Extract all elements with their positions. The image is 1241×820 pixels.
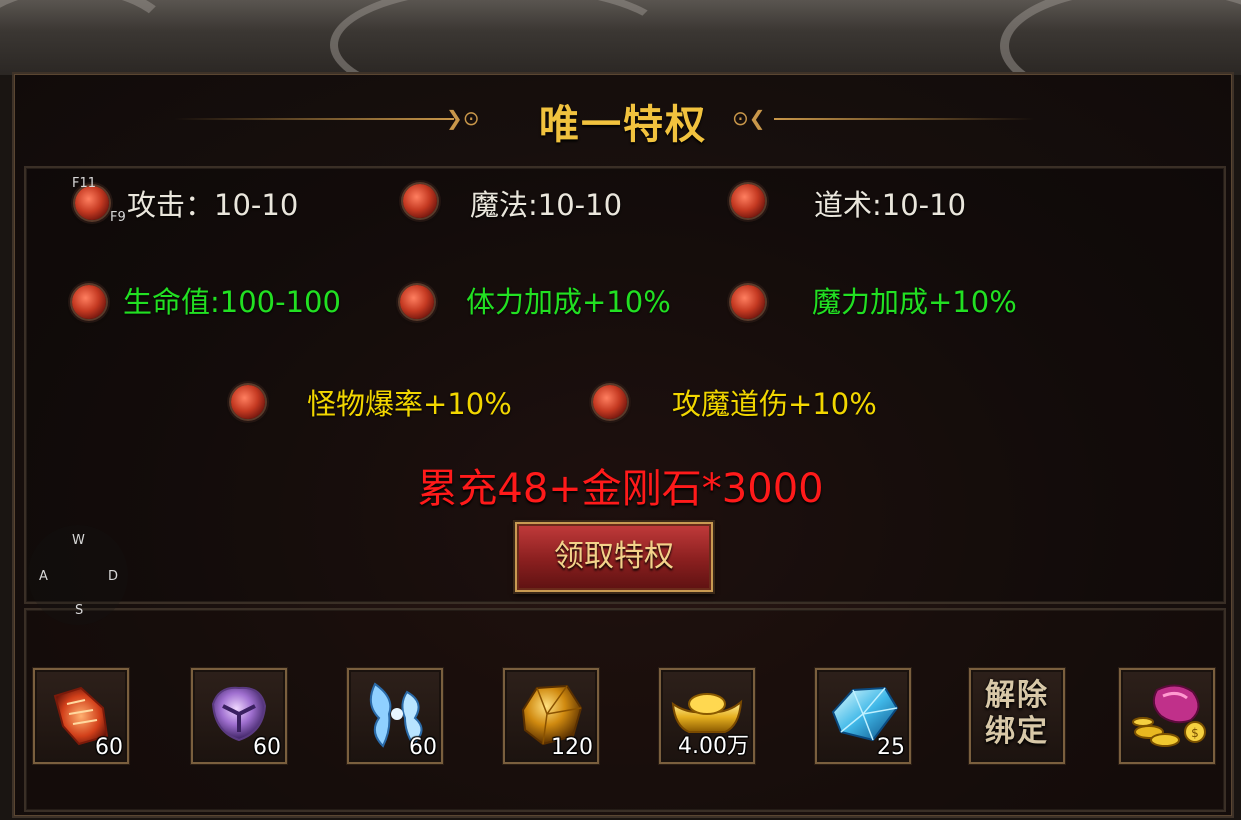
unbind-icon: 解除绑定 — [985, 678, 1049, 749]
dpad-w-key[interactable]: W — [72, 533, 85, 548]
top-dragon-border — [0, 0, 1241, 110]
reward-slot[interactable]: 4.00万 — [659, 668, 755, 764]
svg-text:$: $ — [1191, 726, 1199, 740]
title-bar: ❯⊙ 唯一特权 ⊙❮ — [14, 74, 1232, 162]
recharge-requirement: 累充48+金刚石*3000 — [417, 466, 824, 512]
stat-bullet-icon — [75, 186, 109, 220]
stat-mana-bonus: 魔力加成+10% — [812, 285, 1017, 319]
reward-slot[interactable]: 25 — [815, 668, 911, 764]
stat-bullet-icon — [731, 285, 765, 319]
hotkey-f9-label: F9 — [110, 210, 126, 225]
dpad-d-key[interactable]: D — [108, 569, 118, 584]
stat-bullet-icon — [72, 285, 106, 319]
stat-stamina-bonus: 体力加成+10% — [466, 285, 671, 319]
stat-bullet-icon — [593, 385, 627, 419]
money-bag-icon: $ — [1132, 684, 1206, 747]
stat-drop-rate: 怪物爆率+10% — [307, 387, 512, 421]
reward-count: 60 — [409, 735, 437, 760]
reward-count: 4.00万 — [678, 734, 749, 759]
reward-slot[interactable]: 解除绑定 — [969, 668, 1065, 764]
hotkey-f11-label: F11 — [72, 176, 97, 191]
reward-slot[interactable]: 120 — [503, 668, 599, 764]
title-ornament-right-icon: ⊙❮ — [732, 106, 766, 130]
stat-bullet-icon — [403, 184, 437, 218]
stat-bullet-icon — [231, 385, 265, 419]
dpad-s-key[interactable]: S — [75, 603, 83, 618]
claim-privilege-button[interactable]: 领取特权 — [515, 522, 713, 592]
reward-slot[interactable]: 60 — [191, 668, 287, 764]
reward-count: 25 — [877, 735, 905, 760]
stat-bullet-icon — [400, 285, 434, 319]
stat-taoism: 道术:10-10 — [814, 188, 967, 222]
dpad-a-key[interactable]: A — [39, 569, 48, 584]
stat-attack: 攻击：10-10 — [127, 188, 299, 222]
stat-damage-bonus: 攻魔道伤+10% — [672, 387, 877, 421]
reward-count: 60 — [253, 735, 281, 760]
reward-count: 60 — [95, 735, 123, 760]
reward-slot[interactable]: 60 — [347, 668, 443, 764]
reward-slot[interactable]: 60 — [33, 668, 129, 764]
reward-count: 120 — [551, 735, 593, 760]
stat-magic: 魔法:10-10 — [470, 188, 623, 222]
title-line-right — [774, 118, 1034, 120]
panel-title: 唯一特权 — [539, 102, 707, 148]
stat-bullet-icon — [731, 184, 765, 218]
reward-slot[interactable]: $ — [1119, 668, 1215, 764]
stat-hp: 生命值:100-100 — [123, 285, 341, 319]
